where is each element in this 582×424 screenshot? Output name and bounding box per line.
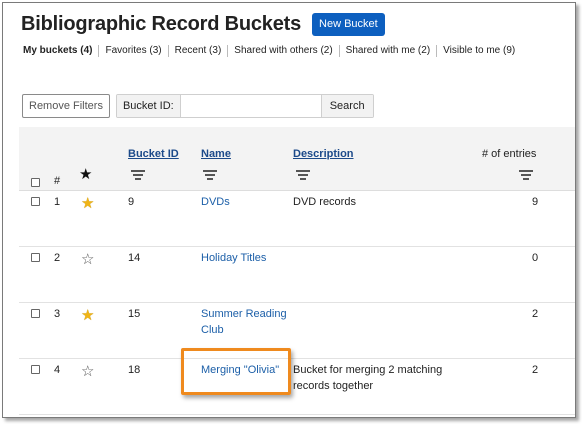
row-index: 1 [54, 196, 61, 208]
name-filter-icon[interactable] [203, 170, 217, 180]
tab-favorites[interactable]: Favorites (3) [99, 45, 169, 57]
index-column-header: # [54, 175, 61, 187]
bucket-id-cell: 18 [128, 364, 141, 376]
bucket-name-line[interactable]: Holiday Titles [201, 250, 266, 266]
bucket-tabs: My buckets (4) Favorites (3) Recent (3) … [23, 45, 521, 57]
bucket-name-link[interactable]: DVDs [201, 194, 230, 210]
buckets-grid: # ★ Bucket ID Name Description # of entr… [19, 127, 575, 415]
favorite-column-star-icon: ★ [79, 166, 93, 183]
bucket-id-column-header[interactable]: Bucket ID [128, 148, 179, 160]
bucket-id-input[interactable] [180, 95, 322, 117]
entries-filter-icon[interactable] [519, 170, 533, 180]
row-index: 4 [54, 364, 61, 376]
entries-cell: 2 [532, 308, 539, 320]
row-checkbox[interactable] [31, 365, 40, 374]
bucket-id-cell: 14 [128, 252, 141, 264]
favorite-star-icon[interactable]: ★ [81, 308, 94, 323]
bucket-name-line[interactable]: Club [201, 322, 287, 338]
tab-my-buckets[interactable]: My buckets (4) [23, 45, 100, 57]
select-all-checkbox[interactable] [31, 178, 40, 187]
row-checkbox[interactable] [31, 197, 40, 206]
favorite-star-icon[interactable]: ☆ [81, 364, 94, 379]
tab-recent[interactable]: Recent (3) [169, 45, 229, 57]
page-title: Bibliographic Record Buckets [21, 13, 302, 35]
description-cell: Bucket for merging 2 matching records tog… [293, 362, 442, 394]
entries-cell: 9 [532, 196, 539, 208]
grid-header: # ★ Bucket ID Name Description # of entr… [19, 127, 575, 191]
table-row[interactable]: 1 ★ 9 DVDs DVD records 9 [19, 191, 575, 247]
favorite-star-icon[interactable]: ☆ [81, 252, 94, 267]
description-filter-icon[interactable] [296, 170, 310, 180]
title-row: Bibliographic Record Buckets New Bucket [21, 13, 385, 36]
grid-body: 1 ★ 9 DVDs DVD records 9 2 ☆ 14 Holiday … [19, 191, 575, 415]
bucket-id-filter-icon[interactable] [131, 170, 145, 180]
row-index: 3 [54, 308, 61, 320]
row-index: 2 [54, 252, 61, 264]
app-frame: Bibliographic Record Buckets New Bucket … [2, 2, 576, 418]
description-column-header[interactable]: Description [293, 148, 354, 160]
row-checkbox[interactable] [31, 253, 40, 262]
bucket-name-link[interactable]: Holiday Titles [201, 250, 266, 266]
bucket-id-label: Bucket ID: [116, 95, 181, 117]
remove-filters-button[interactable]: Remove Filters [22, 94, 110, 118]
highlight-callout-box [181, 348, 291, 395]
bucket-id-search-group: Bucket ID: Search [115, 94, 374, 118]
filter-bar: Remove Filters Bucket ID: Search [22, 94, 374, 118]
new-bucket-button[interactable]: New Bucket [312, 13, 385, 36]
tab-shared-with-others[interactable]: Shared with others (2) [228, 45, 340, 57]
search-button[interactable]: Search [321, 95, 373, 117]
description-cell: DVD records [293, 194, 356, 210]
description-line: records together [293, 380, 374, 392]
favorite-star-icon[interactable]: ★ [81, 196, 94, 211]
table-row[interactable]: 3 ★ 15 Summer Reading Club 2 [19, 303, 575, 359]
entries-column-header: # of entries [482, 148, 537, 160]
description-line: Bucket for merging 2 matching [293, 364, 443, 376]
tab-visible-to-me[interactable]: Visible to me (9) [437, 45, 521, 57]
bucket-name-line[interactable]: Summer Reading [201, 306, 287, 322]
table-row[interactable]: 2 ☆ 14 Holiday Titles 0 [19, 247, 575, 303]
bucket-id-cell: 15 [128, 308, 141, 320]
bucket-id-cell: 9 [128, 196, 135, 208]
entries-cell: 0 [532, 252, 539, 264]
entries-cell: 2 [532, 364, 539, 376]
bucket-name-link[interactable]: Summer Reading Club [201, 306, 287, 338]
row-checkbox[interactable] [31, 309, 40, 318]
table-row[interactable]: 4 ☆ 18 Merging "Olivia" Bucket for mergi… [19, 359, 575, 415]
tab-shared-with-me[interactable]: Shared with me (2) [340, 45, 438, 57]
name-column-header[interactable]: Name [201, 148, 231, 160]
description-line: DVD records [293, 196, 356, 208]
bucket-name-line[interactable]: DVDs [201, 194, 230, 210]
